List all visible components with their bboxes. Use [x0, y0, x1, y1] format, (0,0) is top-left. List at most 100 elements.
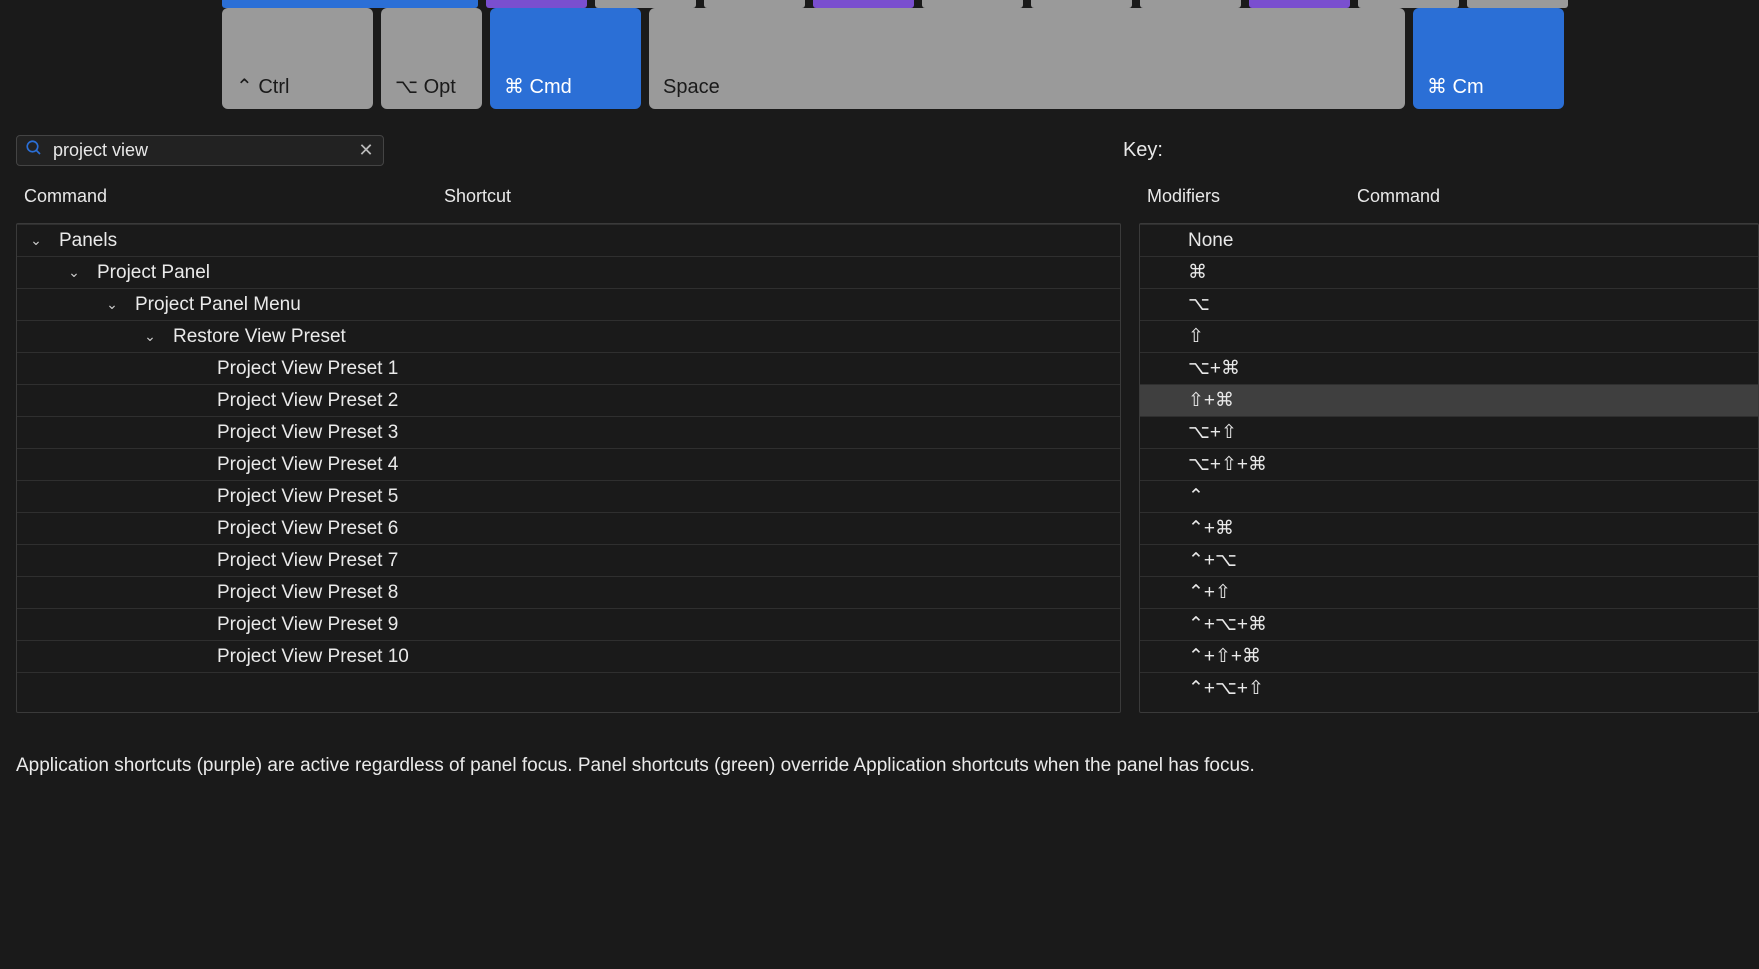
- key-opt[interactable]: ⌥ Opt: [381, 8, 482, 109]
- chevron-down-icon[interactable]: ⌄: [65, 264, 83, 281]
- modifier-row-label: ⌘: [1140, 261, 1207, 284]
- chevron-down-icon[interactable]: ⌄: [27, 232, 45, 249]
- tree-row-label: Project Panel: [97, 262, 210, 284]
- search-input[interactable]: [53, 140, 347, 161]
- tree-row-label: Project View Preset 5: [217, 486, 398, 508]
- tree-row[interactable]: Project View Preset 10: [17, 640, 1120, 672]
- modifier-row[interactable]: ⌃+⌥: [1140, 544, 1758, 576]
- modifier-row-label: ⌃+⇧+⌘: [1140, 645, 1261, 668]
- tree-row[interactable]: Project View Preset 1: [17, 352, 1120, 384]
- key-cmd-right-label: ⌘ Cm: [1427, 74, 1484, 99]
- tree-row-label: Project View Preset 1: [217, 358, 398, 380]
- key-ctrl-label: ⌃ Ctrl: [236, 74, 289, 99]
- tree-row-label: Project View Preset 6: [217, 518, 398, 540]
- modifier-row-label: ⌥: [1140, 293, 1210, 316]
- keyboard-key-hint: [486, 0, 587, 8]
- clear-search-icon[interactable]: ✕: [357, 142, 375, 160]
- tree-row[interactable]: Project View Preset 5: [17, 480, 1120, 512]
- search-icon: [25, 139, 43, 162]
- keyboard-key-hint: [1467, 0, 1568, 8]
- tree-row-label: Project View Preset 2: [217, 390, 398, 412]
- keyboard-top-row-hint: [0, 0, 1759, 8]
- tree-row[interactable]: Project View Preset 9: [17, 608, 1120, 640]
- tree-row[interactable]: ⌄ Project Panel Menu: [17, 288, 1120, 320]
- tree-row[interactable]: Project View Preset 3: [17, 416, 1120, 448]
- column-header-modifiers[interactable]: Modifiers: [1139, 186, 1349, 207]
- tree-row[interactable]: Project View Preset 4: [17, 448, 1120, 480]
- modifier-row[interactable]: ⌥: [1140, 288, 1758, 320]
- keyboard-key-hint: [1358, 0, 1459, 8]
- keyboard-key-hint: [922, 0, 1023, 8]
- modifier-row-label: ⌥+⇧+⌘: [1140, 453, 1267, 476]
- tree-empty-space: [17, 672, 1120, 712]
- modifier-row[interactable]: ⌘: [1140, 256, 1758, 288]
- key-space-label: Space: [663, 76, 720, 99]
- keyboard-key-hint: [704, 0, 805, 8]
- modifier-row-label: ⇧+⌘: [1140, 389, 1234, 412]
- column-header-command[interactable]: Command: [16, 186, 444, 207]
- tree-row-label: Project View Preset 9: [217, 614, 398, 636]
- key-label: Key:: [1123, 139, 1163, 162]
- search-box[interactable]: ✕: [16, 135, 384, 166]
- modifier-row[interactable]: ⌃+⌥+⇧: [1140, 672, 1758, 704]
- modifier-row[interactable]: ⌃+⇧+⌘: [1140, 640, 1758, 672]
- tree-row-label: Project View Preset 10: [217, 646, 409, 668]
- tree-row-label: Project Panel Menu: [135, 294, 301, 316]
- modifier-row[interactable]: ⌥+⇧: [1140, 416, 1758, 448]
- modifier-row-label: ⌃+⌥+⇧: [1140, 677, 1264, 700]
- modifier-row-label: ⇧: [1140, 325, 1204, 348]
- key-space[interactable]: Space: [649, 8, 1405, 109]
- modifier-row-label: ⌃+⌘: [1140, 517, 1234, 540]
- tree-row[interactable]: ⌄ Panels: [17, 224, 1120, 256]
- chevron-down-icon[interactable]: ⌄: [103, 296, 121, 313]
- modifier-row[interactable]: ⇧: [1140, 320, 1758, 352]
- search-row: ✕ Key:: [0, 135, 1759, 166]
- keyboard-key-hint: [222, 0, 478, 8]
- modifier-row-label: ⌃+⌥+⌘: [1140, 613, 1267, 636]
- modifier-row[interactable]: ⌃+⌥+⌘: [1140, 608, 1758, 640]
- modifier-row-label: None: [1140, 230, 1233, 252]
- key-cmd-right[interactable]: ⌘ Cm: [1413, 8, 1564, 109]
- tree-row[interactable]: Project View Preset 6: [17, 512, 1120, 544]
- modifier-row-label: ⌃+⌥: [1140, 549, 1237, 572]
- key-cmd-label: ⌘ Cmd: [504, 74, 572, 99]
- modifier-row[interactable]: ⌥+⇧+⌘: [1140, 448, 1758, 480]
- modifier-row-label: ⌥+⇧: [1140, 421, 1237, 444]
- column-header-command-right[interactable]: Command: [1349, 186, 1759, 207]
- modifier-row-label: ⌃+⇧: [1140, 581, 1231, 604]
- tree-row[interactable]: Project View Preset 8: [17, 576, 1120, 608]
- modifier-row[interactable]: ⇧+⌘: [1140, 384, 1758, 416]
- tree-row-label: Panels: [59, 230, 117, 252]
- footer-hint-text: Application shortcuts (purple) are activ…: [0, 713, 1759, 777]
- tree-row-label: Project View Preset 8: [217, 582, 398, 604]
- tree-row[interactable]: ⌄ Project Panel: [17, 256, 1120, 288]
- command-tree[interactable]: ⌄ Panels ⌄ Project Panel ⌄ Project Panel Menu…: [16, 223, 1121, 713]
- key-cmd[interactable]: ⌘ Cmd: [490, 8, 641, 109]
- tree-row[interactable]: Project View Preset 2: [17, 384, 1120, 416]
- keyboard-key-hint: [1031, 0, 1132, 8]
- modifier-row[interactable]: ⌃+⇧: [1140, 576, 1758, 608]
- modifier-row-label: ⌃: [1140, 485, 1204, 508]
- tree-row-label: Restore View Preset: [173, 326, 346, 348]
- key-ctrl[interactable]: ⌃ Ctrl: [222, 8, 373, 109]
- modifier-row[interactable]: ⌥+⌘: [1140, 352, 1758, 384]
- modifiers-list[interactable]: None ⌘ ⌥ ⇧ ⌥+⌘ ⇧+⌘ ⌥+⇧ ⌥+⇧+⌘ ⌃ ⌃+⌘ ⌃+⌥ ⌃+⇧ ⌃+⌥+⌘ ⌃+⇧+…: [1139, 223, 1759, 713]
- keyboard-modifier-row: ⌃ Ctrl ⌥ Opt ⌘ Cmd Space ⌘ Cm: [0, 8, 1759, 109]
- modifier-row-label: ⌥+⌘: [1140, 357, 1240, 380]
- key-opt-label: ⌥ Opt: [395, 74, 456, 99]
- column-header-shortcut[interactable]: Shortcut: [444, 186, 1121, 207]
- keyboard-key-hint: [813, 0, 914, 8]
- keyboard-key-hint: [1140, 0, 1241, 8]
- modifier-row[interactable]: None: [1140, 224, 1758, 256]
- tree-row-label: Project View Preset 4: [217, 454, 398, 476]
- tree-row-label: Project View Preset 3: [217, 422, 398, 444]
- modifier-row[interactable]: ⌃+⌘: [1140, 512, 1758, 544]
- tree-row-label: Project View Preset 7: [217, 550, 398, 572]
- main-panes: ⌄ Panels ⌄ Project Panel ⌄ Project Panel Menu…: [0, 223, 1759, 713]
- tree-row[interactable]: Project View Preset 7: [17, 544, 1120, 576]
- keyboard-key-hint: [1249, 0, 1350, 8]
- keyboard-key-hint: [595, 0, 696, 8]
- modifier-row[interactable]: ⌃: [1140, 480, 1758, 512]
- tree-row[interactable]: ⌄ Restore View Preset: [17, 320, 1120, 352]
- chevron-down-icon[interactable]: ⌄: [141, 328, 159, 345]
